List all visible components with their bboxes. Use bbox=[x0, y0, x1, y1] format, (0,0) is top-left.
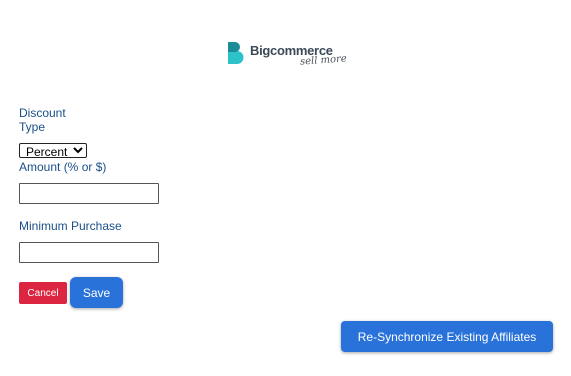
amount-label: Amount (% or $) bbox=[19, 160, 107, 174]
amount-input[interactable] bbox=[19, 183, 159, 204]
save-button[interactable]: Save bbox=[70, 277, 123, 308]
cancel-button[interactable]: Cancel bbox=[19, 282, 67, 304]
logo-tagline: sell more bbox=[299, 53, 348, 68]
minimum-purchase-group: Minimum Purchase bbox=[19, 219, 159, 263]
resync-affiliates-button[interactable]: Re-Synchronize Existing Affiliates bbox=[341, 321, 553, 352]
amount-group: Amount (% or $) bbox=[19, 160, 159, 204]
minimum-purchase-input[interactable] bbox=[19, 242, 159, 263]
bigcommerce-b-logo-icon bbox=[228, 42, 244, 64]
minimum-purchase-label: Minimum Purchase bbox=[19, 219, 122, 233]
page: Bigcommerce sell more Discount Type Perc… bbox=[0, 0, 571, 376]
discount-type-label: Discount Type bbox=[19, 106, 66, 134]
bigcommerce-logo: Bigcommerce sell more bbox=[226, 40, 348, 70]
discount-type-group: Discount Type Percent bbox=[19, 106, 87, 161]
discount-type-select[interactable]: Percent bbox=[19, 143, 87, 158]
